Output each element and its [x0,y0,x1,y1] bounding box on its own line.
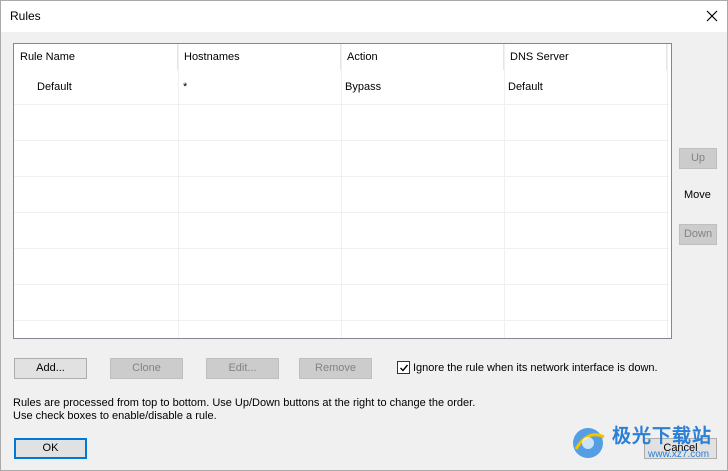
help-text-line-2: Use check boxes to enable/disable a rule… [13,410,217,422]
cell-hostnames: * [183,81,188,93]
grid-line [14,320,669,321]
title-bar: Rules [1,1,727,32]
help-text-line-1: Rules are processed from top to bottom. … [13,397,476,409]
ignore-rule-option[interactable]: Ignore the rule when its network interfa… [397,361,658,374]
clone-button[interactable]: Clone [110,358,183,379]
watermark-brand: 极光下载站 [612,426,713,447]
column-header-dns-server[interactable]: DNS Server [504,44,667,70]
rules-dialog: Rules Rule Name Hostnames Action DNS Ser… [0,0,728,471]
up-button[interactable]: Up [679,148,717,169]
column-header-rule-name[interactable]: Rule Name [14,44,178,70]
add-button[interactable]: Add... [14,358,87,379]
ignore-rule-checkbox[interactable] [397,361,410,374]
down-button[interactable]: Down [679,224,717,245]
column-header-hostnames[interactable]: Hostnames [178,44,341,70]
table-row[interactable]: Default * Bypass Default [14,70,669,104]
grid-line [14,284,669,285]
move-label: Move [684,189,711,201]
ignore-rule-label: Ignore the rule when its network interfa… [413,361,658,374]
grid-line [14,140,669,141]
checkmark-icon [399,364,408,372]
watermark-url: www.xz7.com [648,449,710,460]
window-title: Rules [10,9,41,23]
ok-button[interactable]: OK [14,438,87,459]
edit-button[interactable]: Edit... [206,358,279,379]
cell-rule-name: Default [37,81,72,93]
cell-dns-server: Default [508,81,543,93]
remove-button[interactable]: Remove [299,358,372,379]
grid-line [14,176,669,177]
cell-action: Bypass [345,81,382,93]
grid-line [14,104,669,105]
close-icon [706,10,718,22]
rules-table[interactable]: Rule Name Hostnames Action DNS Server De… [13,43,672,339]
grid-line [14,212,669,213]
grid-line [14,248,669,249]
column-header-action[interactable]: Action [341,44,504,70]
close-button[interactable] [697,1,727,31]
